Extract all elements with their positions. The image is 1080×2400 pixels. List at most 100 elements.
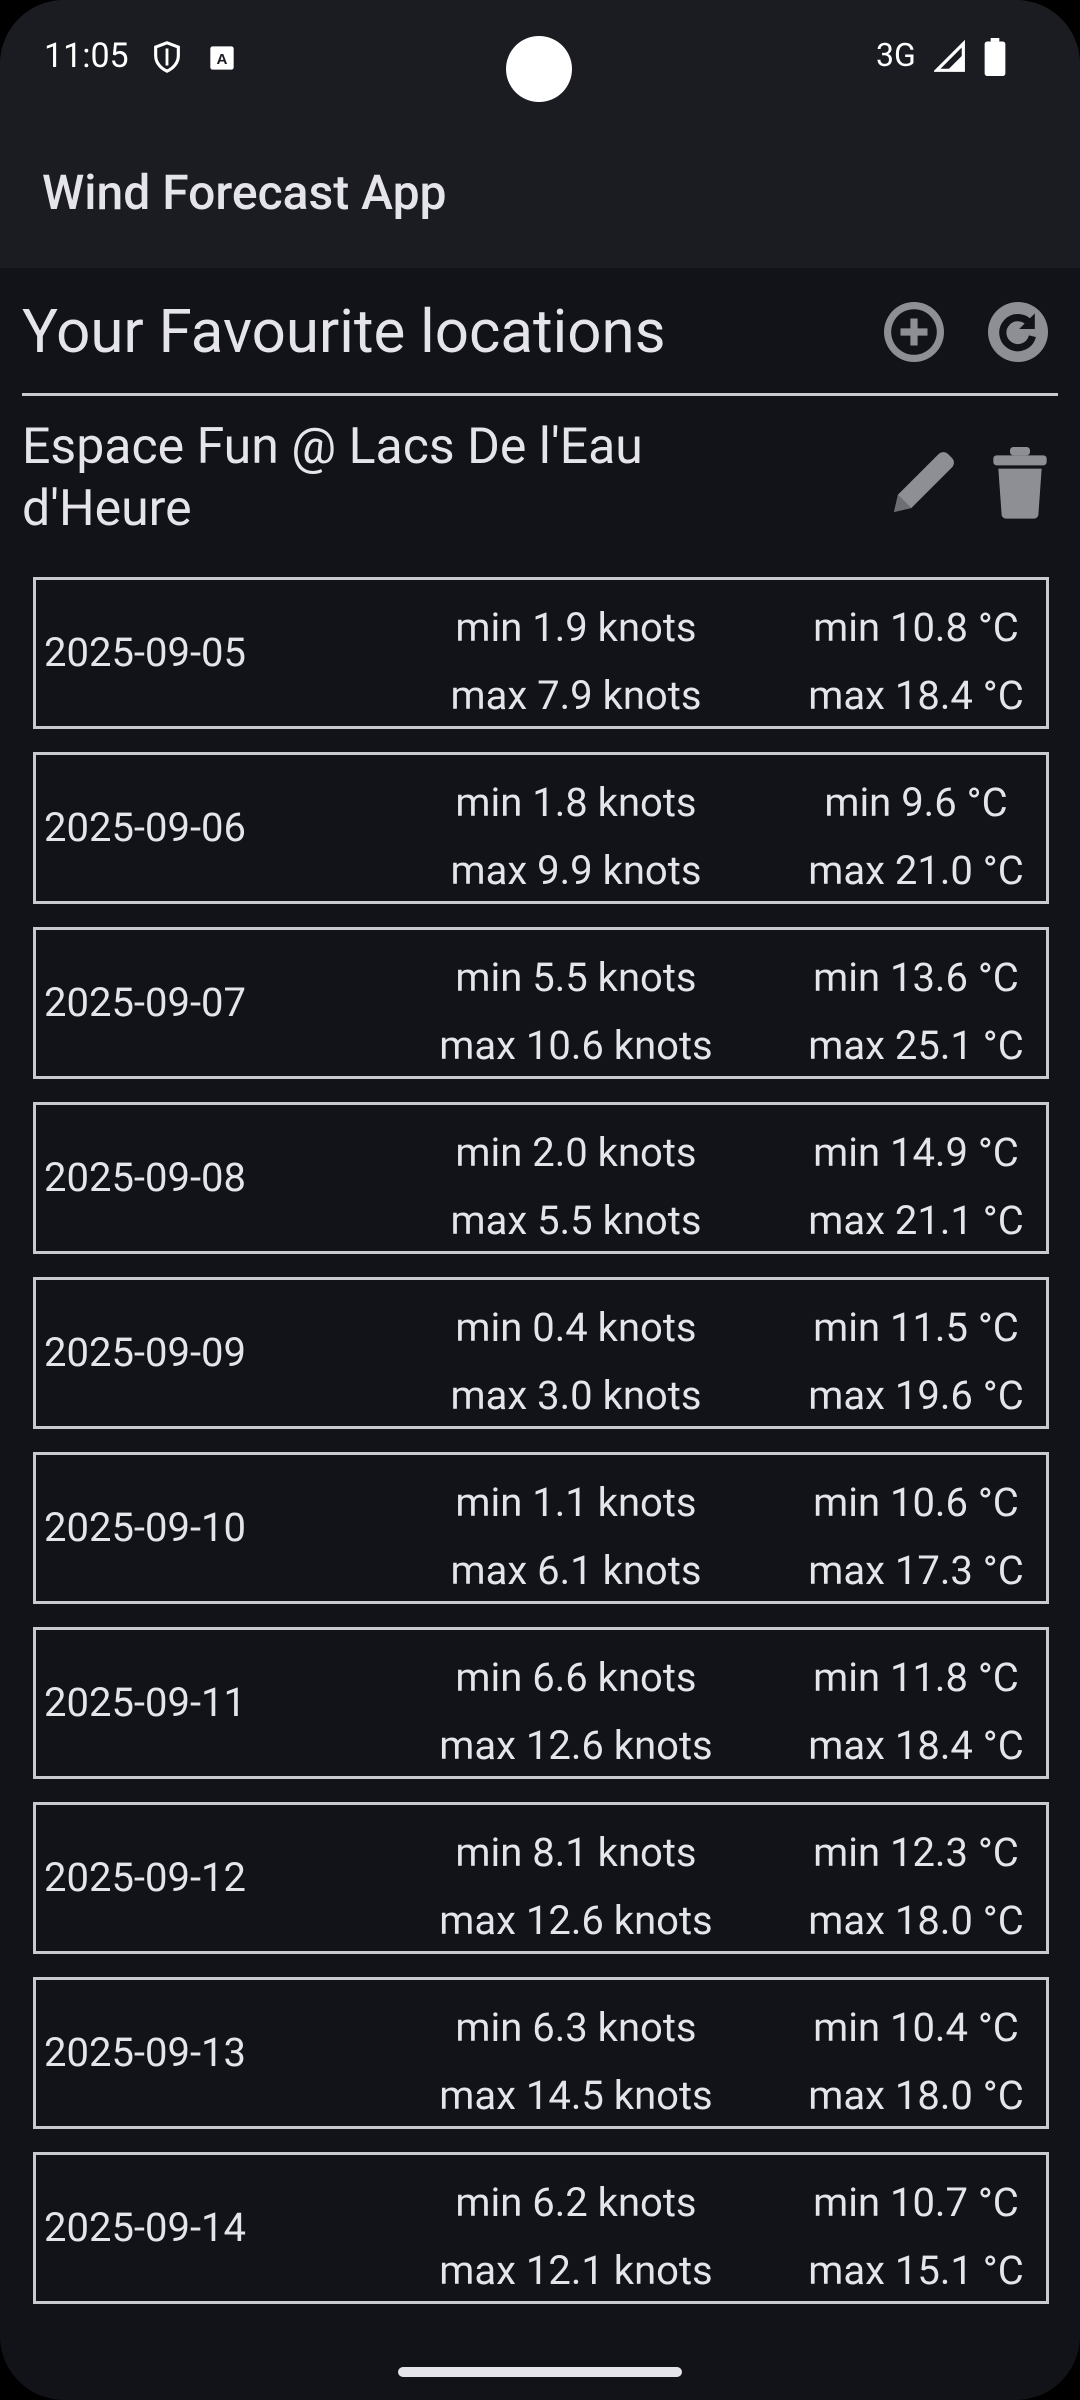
wind-min: min 2.0 knots bbox=[455, 1129, 697, 1176]
temperature-range: min 10.7 °C max 15.1 °C bbox=[736, 2169, 1080, 2305]
delete-trash-icon bbox=[993, 447, 1047, 519]
location-name: Espace Fun @ Lacs De l'Eau d'Heure bbox=[22, 418, 643, 538]
temp-max: max 19.6 °C bbox=[808, 1372, 1024, 1419]
wind-range: min 5.5 knots max 10.6 knots bbox=[366, 944, 786, 1080]
wind-max: max 9.9 knots bbox=[450, 847, 702, 894]
camera-cutout bbox=[506, 36, 572, 102]
forecast-row: 2025-09-05 min 1.9 knots max 7.9 knots m… bbox=[33, 577, 1049, 729]
forecast-date: 2025-09-07 bbox=[44, 979, 246, 1026]
wind-range: min 1.9 knots max 7.9 knots bbox=[366, 594, 786, 730]
wind-range: min 8.1 knots max 12.6 knots bbox=[366, 1819, 786, 1955]
temp-min: min 12.3 °C bbox=[813, 1829, 1019, 1876]
wind-range: min 0.4 knots max 3.0 knots bbox=[366, 1294, 786, 1430]
keyboard-a-icon: A bbox=[208, 44, 236, 76]
temperature-range: min 13.6 °C max 25.1 °C bbox=[736, 944, 1080, 1080]
wind-max: max 12.6 knots bbox=[439, 1897, 713, 1944]
status-bar: 11:05 A 3G bbox=[0, 0, 1080, 120]
forecast-list: 2025-09-05 min 1.9 knots max 7.9 knots m… bbox=[33, 577, 1049, 2327]
forecast-row: 2025-09-14 min 6.2 knots max 12.1 knots … bbox=[33, 2152, 1049, 2304]
forecast-date: 2025-09-08 bbox=[44, 1154, 246, 1201]
wind-range: min 1.8 knots max 9.9 knots bbox=[366, 769, 786, 905]
wind-range: min 6.2 knots max 12.1 knots bbox=[366, 2169, 786, 2305]
phone-screen: 11:05 A 3G Wind Forecast App Your Favour… bbox=[0, 0, 1080, 2400]
forecast-row: 2025-09-08 min 2.0 knots max 5.5 knots m… bbox=[33, 1102, 1049, 1254]
wind-max: max 7.9 knots bbox=[450, 672, 702, 719]
wind-min: min 0.4 knots bbox=[455, 1304, 697, 1351]
temp-min: min 10.7 °C bbox=[813, 2179, 1019, 2226]
temp-min: min 10.6 °C bbox=[813, 1479, 1019, 1526]
wind-min: min 8.1 knots bbox=[455, 1829, 697, 1876]
forecast-row: 2025-09-12 min 8.1 knots max 12.6 knots … bbox=[33, 1802, 1049, 1954]
temp-min: min 11.8 °C bbox=[813, 1654, 1019, 1701]
forecast-row: 2025-09-07 min 5.5 knots max 10.6 knots … bbox=[33, 927, 1049, 1079]
wind-max: max 12.6 knots bbox=[439, 1722, 713, 1769]
forecast-row: 2025-09-09 min 0.4 knots max 3.0 knots m… bbox=[33, 1277, 1049, 1429]
temp-max: max 15.1 °C bbox=[808, 2247, 1024, 2294]
temp-max: max 18.0 °C bbox=[808, 1897, 1024, 1944]
forecast-row: 2025-09-13 min 6.3 knots max 14.5 knots … bbox=[33, 1977, 1049, 2129]
shield-icon bbox=[150, 38, 184, 80]
temp-min: min 10.4 °C bbox=[813, 2004, 1019, 2051]
refresh-icon bbox=[988, 302, 1048, 362]
temp-min: min 9.6 °C bbox=[824, 779, 1008, 826]
wind-range: min 2.0 knots max 5.5 knots bbox=[366, 1119, 786, 1255]
wind-max: max 12.1 knots bbox=[439, 2247, 713, 2294]
temperature-range: min 12.3 °C max 18.0 °C bbox=[736, 1819, 1080, 1955]
battery-icon bbox=[984, 38, 1006, 80]
temperature-range: min 11.8 °C max 18.4 °C bbox=[736, 1644, 1080, 1780]
wind-range: min 6.3 knots max 14.5 knots bbox=[366, 1994, 786, 2130]
forecast-row: 2025-09-10 min 1.1 knots max 6.1 knots m… bbox=[33, 1452, 1049, 1604]
home-indicator[interactable] bbox=[398, 2367, 682, 2377]
temp-min: min 11.5 °C bbox=[813, 1304, 1019, 1351]
temperature-range: min 10.6 °C max 17.3 °C bbox=[736, 1469, 1080, 1605]
edit-location-button[interactable] bbox=[884, 442, 964, 522]
wind-min: min 6.3 knots bbox=[455, 2004, 697, 2051]
wind-min: min 6.2 knots bbox=[455, 2179, 697, 2226]
wind-max: max 3.0 knots bbox=[450, 1372, 702, 1419]
temp-max: max 17.3 °C bbox=[808, 1547, 1024, 1594]
forecast-date: 2025-09-13 bbox=[44, 2029, 246, 2076]
temp-max: max 25.1 °C bbox=[808, 1022, 1024, 1069]
forecast-date: 2025-09-09 bbox=[44, 1329, 246, 1376]
temperature-range: min 11.5 °C max 19.6 °C bbox=[736, 1294, 1080, 1430]
temp-max: max 18.4 °C bbox=[808, 672, 1024, 719]
wind-range: min 6.6 knots max 12.6 knots bbox=[366, 1644, 786, 1780]
signal-icon bbox=[932, 39, 966, 78]
temperature-range: min 10.4 °C max 18.0 °C bbox=[736, 1994, 1080, 2130]
wind-min: min 5.5 knots bbox=[455, 954, 697, 1001]
forecast-row: 2025-09-06 min 1.8 knots max 9.9 knots m… bbox=[33, 752, 1049, 904]
temp-max: max 21.1 °C bbox=[808, 1197, 1024, 1244]
temperature-range: min 10.8 °C max 18.4 °C bbox=[736, 594, 1080, 730]
favourites-title: Your Favourite locations bbox=[22, 296, 666, 367]
forecast-date: 2025-09-10 bbox=[44, 1504, 246, 1551]
wind-max: max 6.1 knots bbox=[450, 1547, 702, 1594]
status-time: 11:05 bbox=[44, 36, 129, 76]
temperature-range: min 9.6 °C max 21.0 °C bbox=[736, 769, 1080, 905]
temp-min: min 10.8 °C bbox=[813, 604, 1019, 651]
refresh-button[interactable] bbox=[982, 296, 1054, 368]
wind-max: max 14.5 knots bbox=[439, 2072, 713, 2119]
network-type: 3G bbox=[876, 36, 916, 74]
forecast-date: 2025-09-11 bbox=[44, 1679, 246, 1726]
wind-min: min 1.8 knots bbox=[455, 779, 697, 826]
app-title: Wind Forecast App bbox=[42, 164, 447, 221]
header-divider bbox=[22, 393, 1058, 396]
forecast-date: 2025-09-12 bbox=[44, 1854, 246, 1901]
forecast-row: 2025-09-11 min 6.6 knots max 12.6 knots … bbox=[33, 1627, 1049, 1779]
wind-min: min 1.1 knots bbox=[455, 1479, 697, 1526]
svg-text:A: A bbox=[217, 51, 228, 68]
temp-min: min 13.6 °C bbox=[813, 954, 1019, 1001]
forecast-date: 2025-09-05 bbox=[44, 629, 246, 676]
wind-range: min 1.1 knots max 6.1 knots bbox=[366, 1469, 786, 1605]
delete-location-button[interactable] bbox=[990, 442, 1050, 522]
add-location-button[interactable] bbox=[878, 296, 950, 368]
wind-max: max 10.6 knots bbox=[439, 1022, 713, 1069]
wind-min: min 1.9 knots bbox=[455, 604, 697, 651]
temp-min: min 14.9 °C bbox=[813, 1129, 1019, 1176]
temp-max: max 18.0 °C bbox=[808, 2072, 1024, 2119]
forecast-date: 2025-09-14 bbox=[44, 2204, 246, 2251]
temperature-range: min 14.9 °C max 21.1 °C bbox=[736, 1119, 1080, 1255]
temp-max: max 21.0 °C bbox=[808, 847, 1024, 894]
app-bar: Wind Forecast App bbox=[0, 120, 1080, 268]
wind-max: max 5.5 knots bbox=[450, 1197, 702, 1244]
